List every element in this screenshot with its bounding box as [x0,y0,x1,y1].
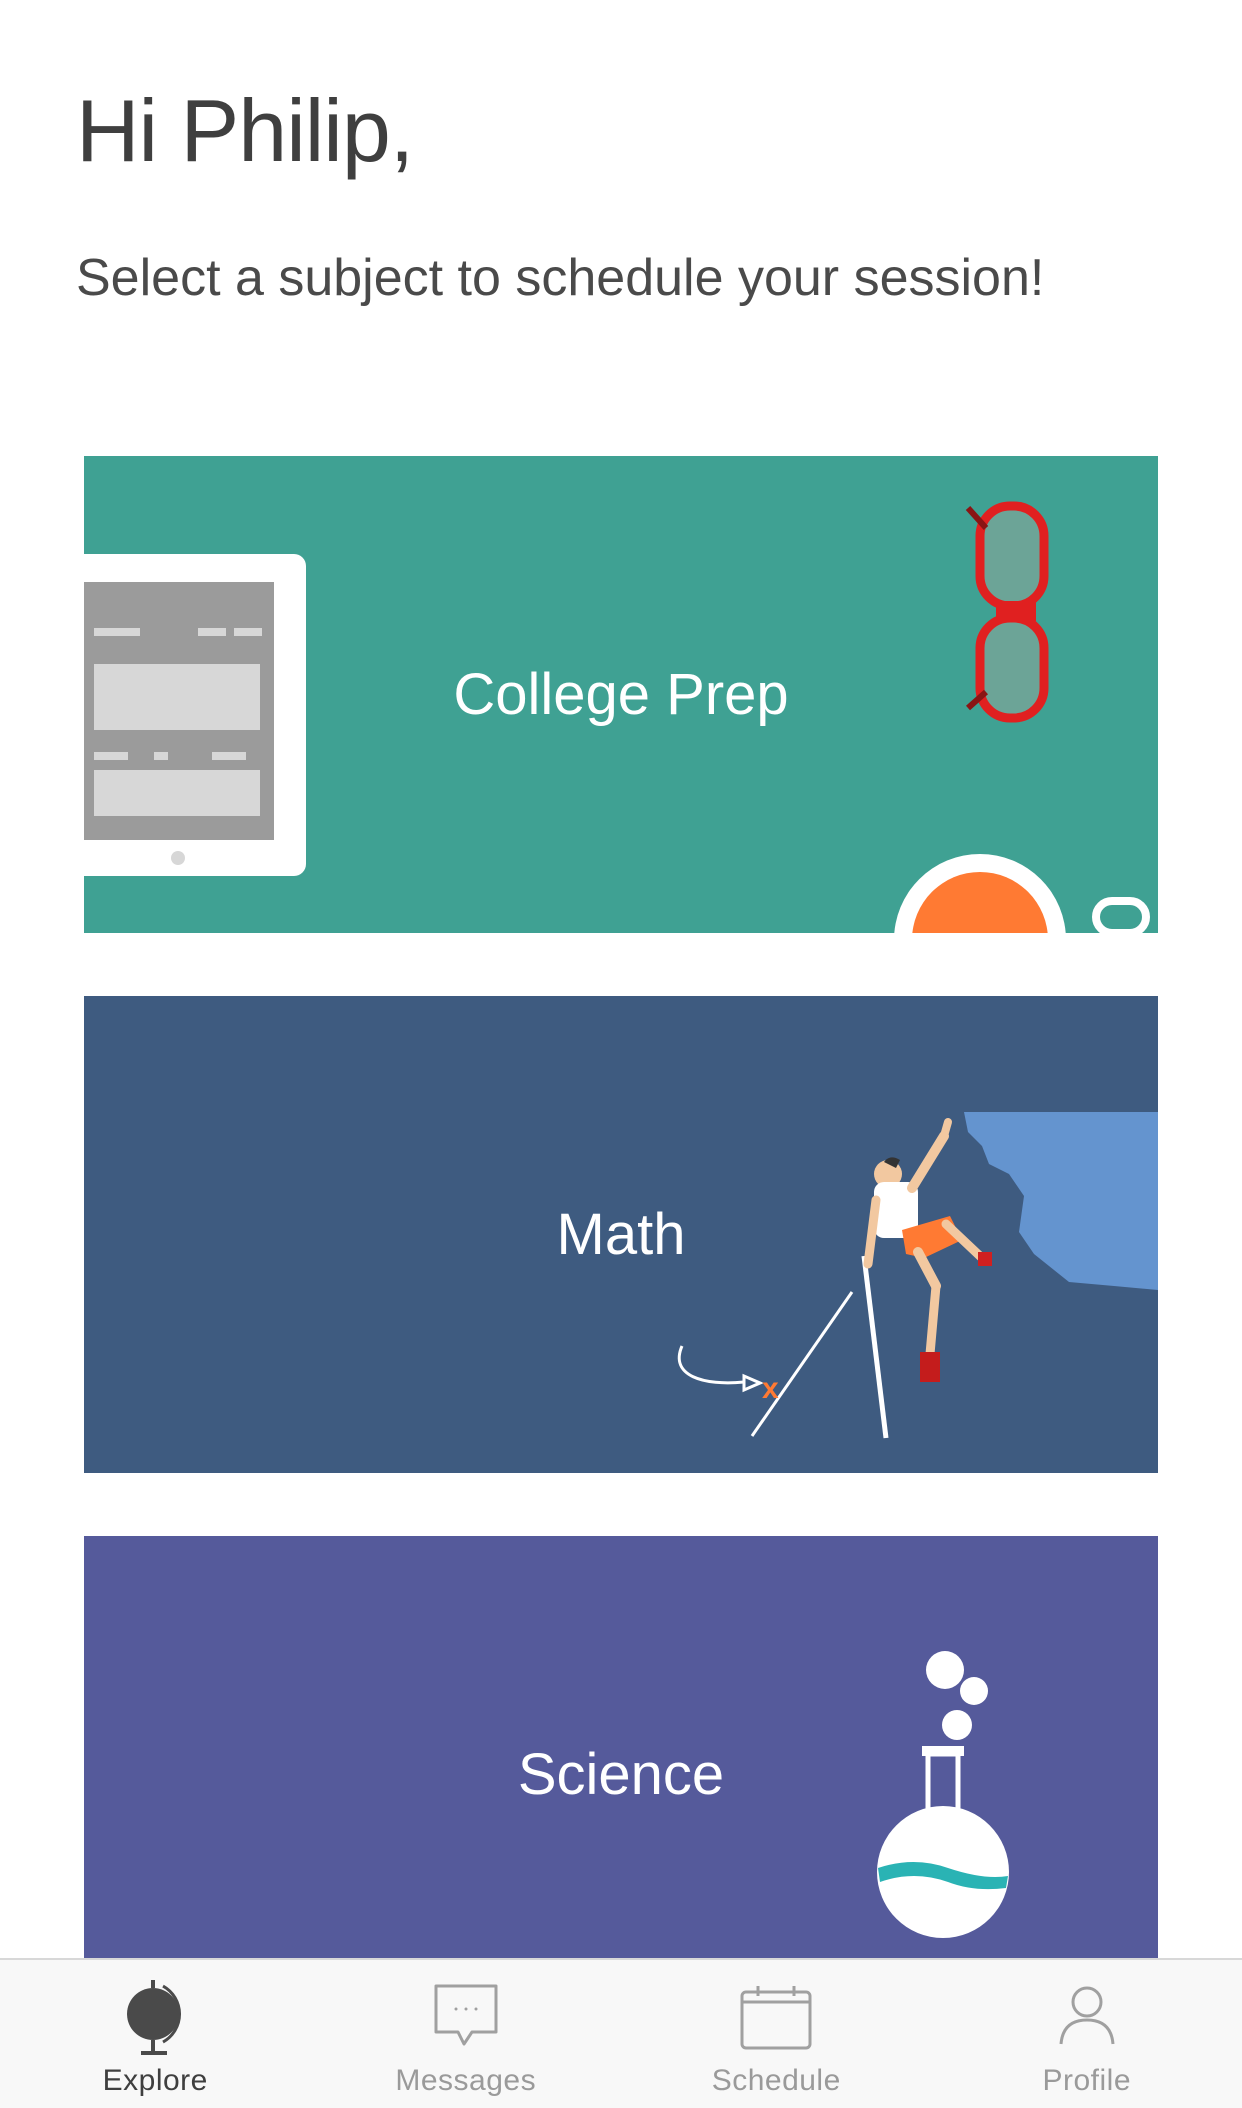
tab-explore-label: Explore [0,2064,311,2098]
subject-label-math: Math [84,1206,1158,1264]
tab-profile[interactable]: Profile [932,1960,1242,2108]
calendar-icon [736,1976,816,2056]
tab-schedule[interactable]: Schedule [621,1960,932,2108]
tab-schedule-label: Schedule [621,2064,932,2098]
svg-text:x: x [762,1372,779,1405]
subject-card-math[interactable]: x Math [84,996,1158,1473]
subject-label-college-prep: College Prep [84,666,1158,724]
tab-explore[interactable]: Explore [0,1960,311,2108]
globe-icon [115,1976,195,2056]
page-subtitle: Select a subject to schedule your sessio… [76,248,1044,308]
bottom-tab-bar: Explore Messages Schedule Profile [0,1958,1242,2108]
tab-messages-label: Messages [311,2064,622,2098]
coffee-cup-icon [894,854,1146,933]
person-icon [1047,1976,1127,2056]
greeting-title: Hi Philip, [76,80,413,182]
subject-label-science: Science [84,1746,1158,1804]
subject-card-college-prep[interactable]: College Prep [84,456,1158,933]
tab-profile-label: Profile [932,2064,1242,2098]
tab-messages[interactable]: Messages [311,1960,622,2108]
chat-bubble-icon [426,1976,506,2056]
